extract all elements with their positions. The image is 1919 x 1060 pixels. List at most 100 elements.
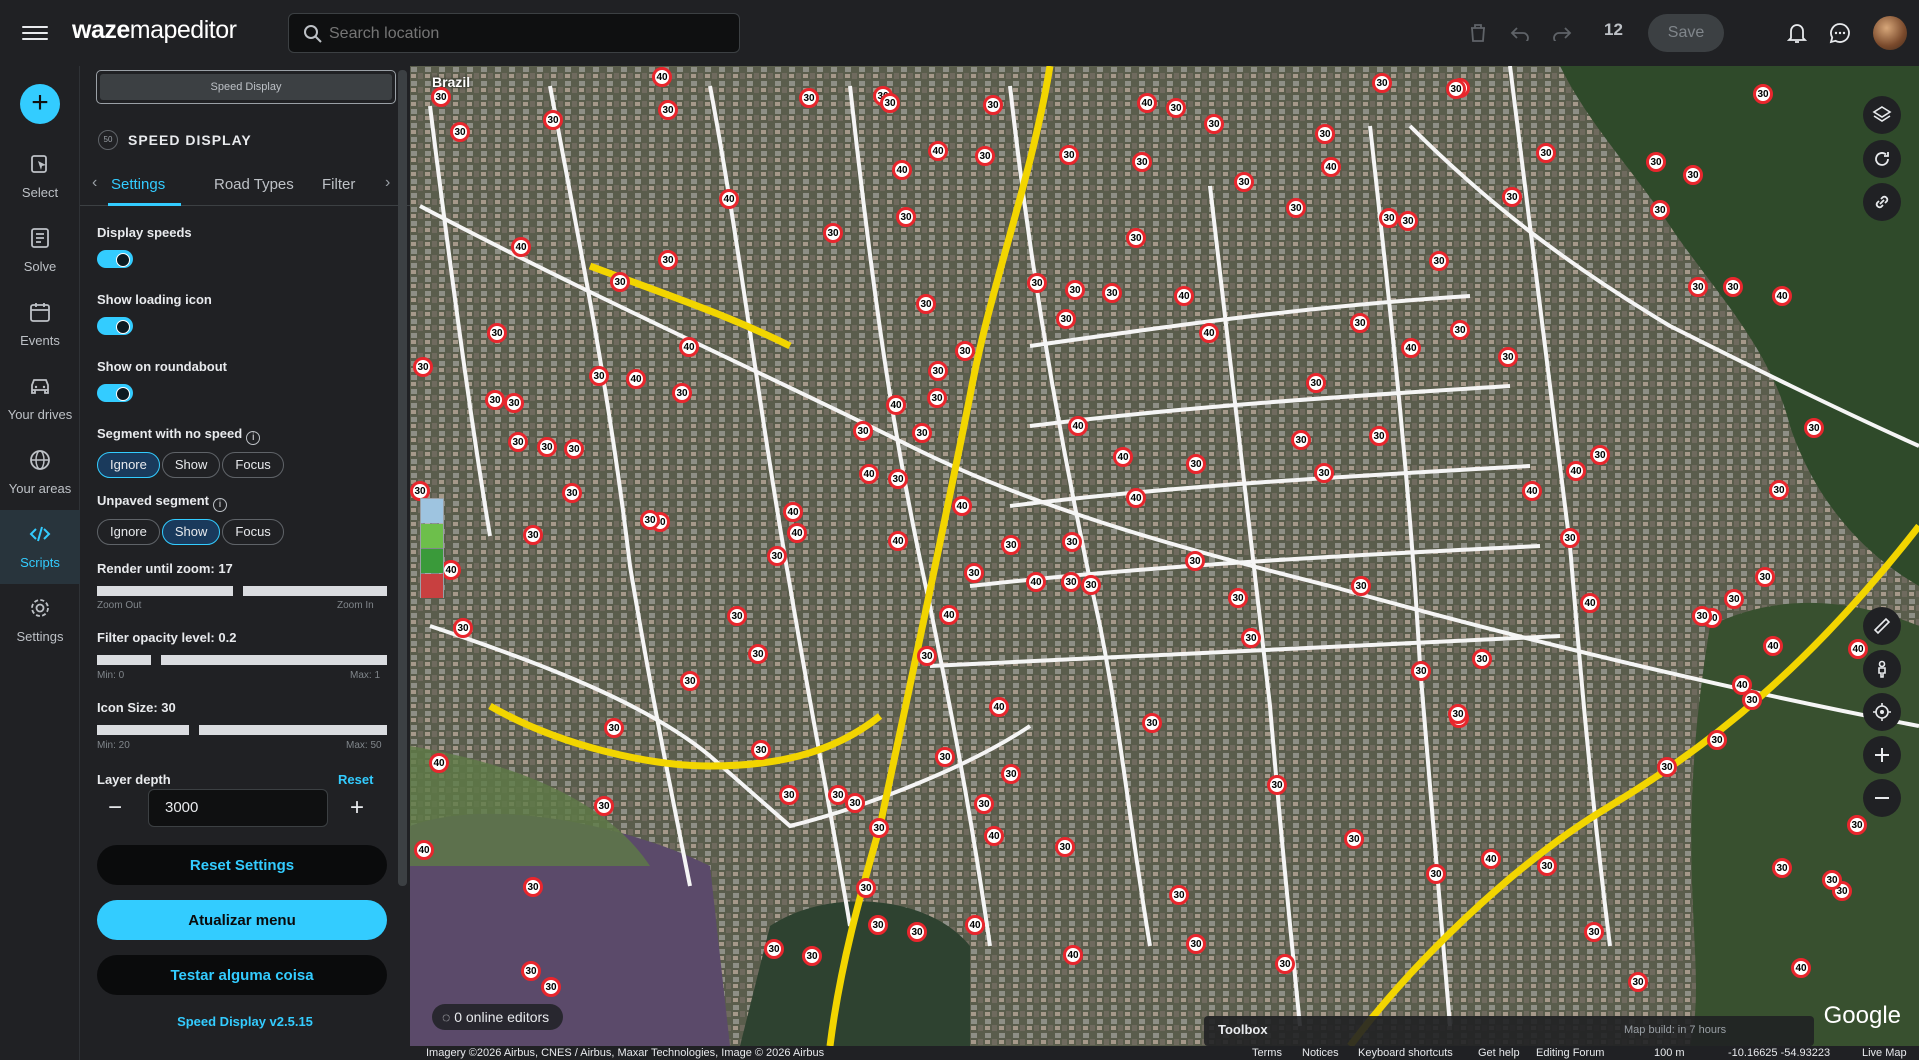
speed-limit-badge[interactable]: 30 [564,439,584,459]
speed-limit-badge[interactable]: 30 [453,618,473,638]
option-ignore[interactable]: Ignore [97,452,160,478]
chat-icon[interactable] [1825,18,1855,48]
speed-limit-badge[interactable]: 30 [1132,152,1152,172]
speed-limit-badge[interactable]: 30 [1772,858,1792,878]
speed-limit-badge[interactable]: 30 [1650,200,1670,220]
speed-limit-badge[interactable]: 30 [917,646,937,666]
speed-limit-badge[interactable]: 40 [892,160,912,180]
speed-limit-badge[interactable]: 30 [1142,713,1162,733]
speed-limit-badge[interactable]: 30 [916,294,936,314]
speed-limit-badge[interactable]: 40 [429,753,449,773]
speed-limit-badge[interactable]: 30 [868,915,888,935]
tab-filter[interactable]: Filter [322,176,355,193]
speed-limit-badge[interactable]: 30 [1742,690,1762,710]
locate-icon[interactable] [1863,693,1901,731]
refresh-icon[interactable] [1863,140,1901,178]
speed-limit-badge[interactable]: 30 [450,122,470,142]
speed-limit-badge[interactable]: 40 [679,337,699,357]
nav-item-events[interactable]: Events [0,288,80,362]
speed-limit-badge[interactable]: 30 [1498,347,1518,367]
speed-limit-badge[interactable]: 30 [1584,922,1604,942]
nav-item-solve[interactable]: Solve [0,214,80,288]
chevron-right-icon[interactable]: › [385,174,390,192]
speed-limit-badge[interactable]: 40 [414,840,434,860]
speed-limit-badge[interactable]: 30 [1081,575,1101,595]
search-box[interactable] [288,13,740,53]
speed-limit-badge[interactable]: 40 [1199,323,1219,343]
speed-limit-badge[interactable]: 30 [928,361,948,381]
option-show[interactable]: Show [161,452,221,478]
speed-limit-badge[interactable]: 30 [1446,79,1466,99]
street-view-icon[interactable] [1863,650,1901,688]
toolbox-label[interactable]: Toolbox [1218,1022,1268,1037]
speed-limit-badge[interactable]: 40 [1580,593,1600,613]
speed-limit-badge[interactable]: 30 [1061,572,1081,592]
layers-icon[interactable] [1863,96,1901,134]
menu-icon[interactable] [22,22,48,44]
info-icon[interactable]: i [246,431,261,445]
speed-limit-badge[interactable]: 30 [764,939,784,959]
speed-limit-badge[interactable]: 40 [1791,958,1811,978]
nav-item-your-areas[interactable]: Your areas [0,436,80,510]
live-map-link[interactable]: Live Map [1862,1047,1907,1059]
speed-limit-badge[interactable]: 30 [537,437,557,457]
speed-limit-badge[interactable]: 30 [912,423,932,443]
speed-limit-badge[interactable]: 30 [853,421,873,441]
speed-limit-badge[interactable]: 30 [610,272,630,292]
speed-limit-badge[interactable]: 30 [935,747,955,767]
speed-limit-badge[interactable]: 40 [888,531,908,551]
speed-limit-badge[interactable]: 30 [541,977,561,997]
speed-limit-badge[interactable]: 30 [543,110,563,130]
notices-link[interactable]: Notices [1302,1047,1339,1059]
speed-limit-badge[interactable]: 30 [888,469,908,489]
speed-limit-badge[interactable]: 30 [1411,661,1431,681]
speed-limit-badge[interactable]: 30 [767,546,787,566]
speed-limit-badge[interactable]: 40 [511,237,531,257]
speed-limit-badge[interactable]: 40 [1522,481,1542,501]
speed-limit-badge[interactable]: 30 [1502,187,1522,207]
speed-limit-badge[interactable]: 30 [1166,98,1186,118]
trash-icon[interactable] [1463,18,1493,48]
add-button[interactable]: + [20,84,60,124]
speed-limit-badge[interactable]: 30 [562,483,582,503]
nav-item-scripts[interactable]: Scripts [0,510,80,584]
speed-limit-badge[interactable]: 40 [719,189,739,209]
speed-limit-badge[interactable]: 30 [964,563,984,583]
speed-limit-badge[interactable]: 40 [1763,636,1783,656]
speed-limit-badge[interactable]: 30 [1804,418,1824,438]
link-icon[interactable] [1863,183,1901,221]
speed-limit-badge[interactable]: 30 [485,390,505,410]
speed-limit-badge[interactable]: 30 [523,525,543,545]
display-speeds-toggle[interactable] [97,250,133,268]
speed-limit-badge[interactable]: 30 [1055,837,1075,857]
speed-limit-badge[interactable]: 30 [974,794,994,814]
speed-limit-badge[interactable]: 30 [1755,567,1775,587]
speed-limit-badge[interactable]: 30 [1286,198,1306,218]
speed-limit-badge[interactable]: 40 [783,502,803,522]
panel-scrollbar[interactable] [398,70,407,886]
speed-limit-badge[interactable]: 30 [672,383,692,403]
speed-limit-badge[interactable]: 40 [886,395,906,415]
speed-limit-badge[interactable]: 40 [1113,447,1133,467]
speed-limit-badge[interactable]: 40 [441,560,461,580]
speed-limit-badge[interactable]: 30 [658,100,678,120]
speed-limit-badge[interactable]: 30 [594,796,614,816]
speed-limit-badge[interactable]: 30 [1379,208,1399,228]
speed-limit-badge[interactable]: 40 [939,605,959,625]
speed-limit-badge[interactable]: 30 [1234,172,1254,192]
show-on-roundabout-toggle[interactable] [97,384,133,402]
speed-limit-badge[interactable]: 30 [1315,124,1335,144]
speed-limit-badge[interactable]: 30 [845,793,865,813]
testar-button[interactable]: Testar alguma coisa [97,955,387,995]
speed-limit-badge[interactable]: 40 [952,496,972,516]
speed-limit-badge[interactable]: 30 [823,223,843,243]
nav-item-settings[interactable]: Settings [0,584,80,658]
speed-limit-badge[interactable]: 40 [652,67,672,87]
speed-limit-badge[interactable]: 40 [1848,639,1868,659]
speed-limit-badge[interactable]: 40 [1566,461,1586,481]
speed-limit-badge[interactable]: 40 [787,523,807,543]
speed-limit-badge[interactable]: 30 [589,366,609,386]
speed-limit-badge[interactable]: 30 [1537,856,1557,876]
reset-link[interactable]: Reset [338,772,373,787]
zoom-out-icon[interactable] [1863,779,1901,817]
